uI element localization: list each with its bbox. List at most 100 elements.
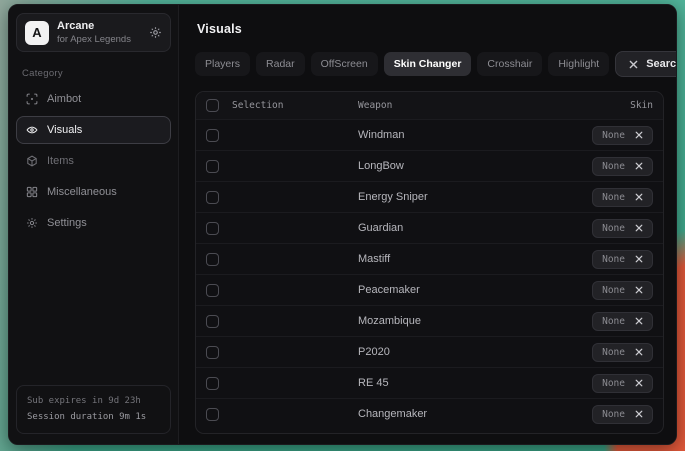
table-row: Changemaker None xyxy=(196,398,663,429)
app-window: A Arcane for Apex Legends Category xyxy=(8,4,677,445)
table-row: LongBow None xyxy=(196,150,663,181)
sidebar-nav: Aimbot Visuals Items xyxy=(16,85,171,237)
tab-radar[interactable]: Radar xyxy=(256,52,305,76)
search-button-label: Search xyxy=(646,58,677,70)
tab-crosshair[interactable]: Crosshair xyxy=(477,52,542,76)
gear-icon[interactable] xyxy=(149,26,162,39)
table-row: Guardian None xyxy=(196,212,663,243)
skin-value: None xyxy=(602,316,625,327)
clear-skin-icon[interactable] xyxy=(635,224,643,232)
cube-icon xyxy=(26,155,38,167)
table-header-row: Selection Weapon Skin xyxy=(196,92,663,119)
sidebar-item-items[interactable]: Items xyxy=(16,147,171,175)
clear-skin-icon[interactable] xyxy=(635,162,643,170)
row-checkbox[interactable] xyxy=(206,129,219,142)
table-row: Mastiff None xyxy=(196,243,663,274)
app-subtitle: for Apex Legends xyxy=(57,34,131,45)
table-row: Peacemaker None xyxy=(196,274,663,305)
skin-selector[interactable]: None xyxy=(592,250,653,269)
sidebar-item-label: Items xyxy=(47,155,74,167)
subscription-info-box: Sub expires in 9d 23h Session duration 9… xyxy=(16,385,171,434)
app-name: Arcane xyxy=(57,20,131,32)
weapon-name: Energy Sniper xyxy=(358,191,592,203)
sidebar-item-label: Settings xyxy=(47,217,87,229)
skin-selector[interactable]: None xyxy=(592,126,653,145)
app-logo-card: A Arcane for Apex Legends xyxy=(16,13,171,52)
row-checkbox[interactable] xyxy=(206,253,219,266)
row-checkbox[interactable] xyxy=(206,346,219,359)
row-checkbox[interactable] xyxy=(206,284,219,297)
skin-value: None xyxy=(602,378,625,389)
sidebar: A Arcane for Apex Legends Category xyxy=(9,5,179,444)
clear-skin-icon[interactable] xyxy=(635,193,643,201)
tab-skin-changer[interactable]: Skin Changer xyxy=(384,52,472,76)
sidebar-item-label: Aimbot xyxy=(47,93,81,105)
sidebar-item-miscellaneous[interactable]: Miscellaneous xyxy=(16,178,171,206)
search-button[interactable]: Search xyxy=(615,51,677,77)
skin-selector[interactable]: None xyxy=(592,343,653,362)
sidebar-item-visuals[interactable]: Visuals xyxy=(16,116,171,144)
weapon-name: P2020 xyxy=(358,346,592,358)
select-all-checkbox[interactable] xyxy=(206,99,219,112)
clear-skin-icon[interactable] xyxy=(635,286,643,294)
tab-players[interactable]: Players xyxy=(195,52,250,76)
eye-scan-icon xyxy=(26,124,38,136)
session-duration-text: Session duration 9m 1s xyxy=(27,410,160,425)
clear-skin-icon[interactable] xyxy=(635,410,643,418)
row-checkbox[interactable] xyxy=(206,408,219,421)
category-label: Category xyxy=(22,68,165,79)
weapon-name: Windman xyxy=(358,129,592,141)
skin-value: None xyxy=(602,161,625,172)
app-logo: A xyxy=(25,21,49,45)
app-logo-letter: A xyxy=(32,25,41,40)
skin-value: None xyxy=(602,254,625,265)
skin-value: None xyxy=(602,192,625,203)
weapon-name: RE 45 xyxy=(358,377,592,389)
grid-icon xyxy=(26,186,38,198)
row-checkbox[interactable] xyxy=(206,191,219,204)
sidebar-item-settings[interactable]: Settings xyxy=(16,209,171,237)
page-title: Visuals xyxy=(197,22,664,36)
column-header-selection: Selection xyxy=(232,100,283,111)
skin-changer-table: Selection Weapon Skin Windman None LongB… xyxy=(195,91,664,434)
gear-icon xyxy=(26,217,38,229)
row-checkbox[interactable] xyxy=(206,315,219,328)
skin-selector[interactable]: None xyxy=(592,374,653,393)
column-header-skin: Skin xyxy=(630,100,653,111)
x-icon xyxy=(629,60,638,69)
skin-value: None xyxy=(602,130,625,141)
skin-value: None xyxy=(602,285,625,296)
skin-value: None xyxy=(602,347,625,358)
table-row: Mozambique None xyxy=(196,305,663,336)
weapon-name: Peacemaker xyxy=(358,284,592,296)
main-panel: Visuals Players Radar OffScreen Skin Cha… xyxy=(179,5,676,444)
table-row: RE 45 None xyxy=(196,367,663,398)
skin-selector[interactable]: None xyxy=(592,219,653,238)
crosshair-icon xyxy=(26,93,38,105)
column-header-weapon: Weapon xyxy=(358,100,630,111)
clear-skin-icon[interactable] xyxy=(635,379,643,387)
clear-skin-icon[interactable] xyxy=(635,348,643,356)
sidebar-item-label: Miscellaneous xyxy=(47,186,117,198)
row-checkbox[interactable] xyxy=(206,377,219,390)
weapon-name: Changemaker xyxy=(358,408,592,420)
weapon-name: Guardian xyxy=(358,222,592,234)
clear-skin-icon[interactable] xyxy=(635,131,643,139)
tab-offscreen[interactable]: OffScreen xyxy=(311,52,378,76)
table-row: Windman None xyxy=(196,119,663,150)
weapon-name: Mastiff xyxy=(358,253,592,265)
skin-selector[interactable]: None xyxy=(592,312,653,331)
skin-value: None xyxy=(602,409,625,420)
row-checkbox[interactable] xyxy=(206,222,219,235)
row-checkbox[interactable] xyxy=(206,160,219,173)
skin-selector[interactable]: None xyxy=(592,405,653,424)
sidebar-item-aimbot[interactable]: Aimbot xyxy=(16,85,171,113)
skin-selector[interactable]: None xyxy=(592,188,653,207)
clear-skin-icon[interactable] xyxy=(635,317,643,325)
skin-selector[interactable]: None xyxy=(592,157,653,176)
tab-highlight[interactable]: Highlight xyxy=(548,52,609,76)
skin-value: None xyxy=(602,223,625,234)
skin-selector[interactable]: None xyxy=(592,281,653,300)
sidebar-item-label: Visuals xyxy=(47,124,82,136)
clear-skin-icon[interactable] xyxy=(635,255,643,263)
